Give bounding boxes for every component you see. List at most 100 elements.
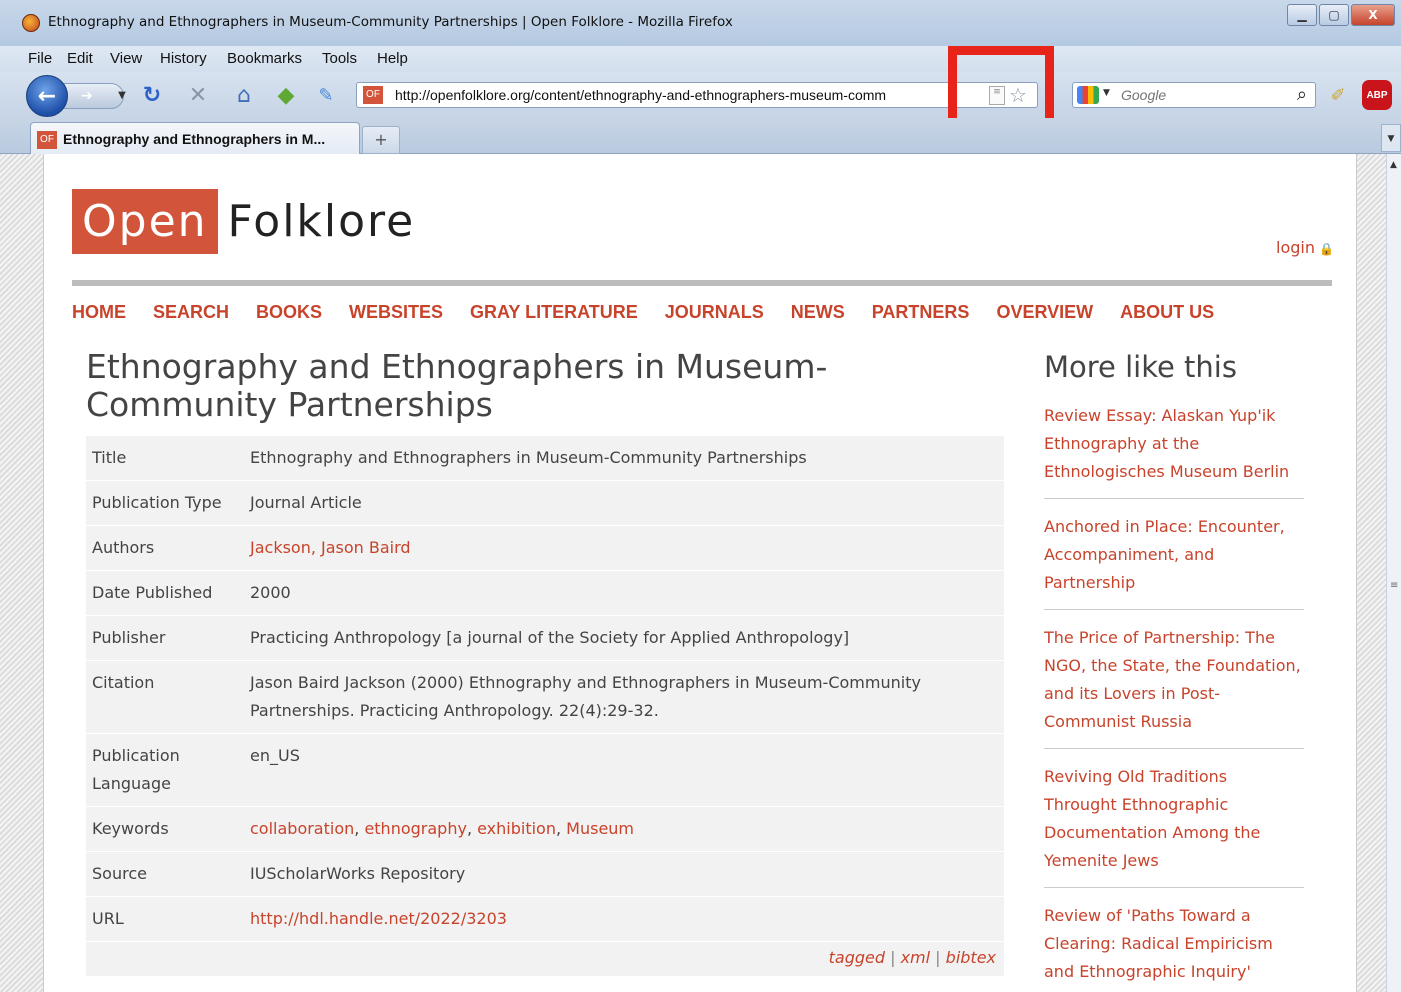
stop-icon[interactable]: ✕ bbox=[184, 82, 212, 108]
search-input[interactable] bbox=[1121, 86, 1281, 104]
separator: | bbox=[935, 948, 941, 967]
main-nav: HOME SEARCH BOOKS WEBSITES GRAY LITERATU… bbox=[72, 302, 1241, 323]
window-title: Ethnography and Ethnographers in Museum-… bbox=[48, 14, 733, 30]
scroll-grip-icon[interactable]: ≡ bbox=[1390, 580, 1398, 591]
engine-dropdown-icon[interactable]: ▼ bbox=[1103, 88, 1110, 98]
field-value: Ethnography and Ethnographers in Museum-… bbox=[250, 448, 807, 467]
page-viewport: ▲ ≡ Open Folklore login 🔒 HOME SEARCH BOO… bbox=[0, 154, 1401, 992]
menu-help[interactable]: Help bbox=[377, 50, 408, 67]
maximize-button[interactable]: ▢ bbox=[1319, 4, 1349, 26]
nav-home[interactable]: HOME bbox=[72, 302, 126, 323]
related-link[interactable]: Review of 'Paths Toward a Clearing: Radi… bbox=[1044, 902, 1304, 992]
url-bar[interactable]: OF http://openfolklore.org/content/ethno… bbox=[356, 82, 1038, 108]
field-label: URL bbox=[92, 909, 124, 928]
related-link[interactable]: Review Essay: Alaskan Yup'ik Ethnography… bbox=[1044, 402, 1304, 499]
vertical-scrollbar[interactable]: ▲ ≡ bbox=[1386, 154, 1401, 992]
field-value: Jackson, Jason Baird bbox=[250, 526, 1004, 570]
related-link[interactable]: Anchored in Place: Encounter, Accompanim… bbox=[1044, 513, 1304, 610]
nav-journals[interactable]: JOURNALS bbox=[665, 302, 764, 323]
field-label: Publication Type bbox=[92, 493, 222, 512]
paint-icon[interactable]: ✐ bbox=[1324, 82, 1352, 108]
tab-list-dropdown-icon[interactable]: ▼ bbox=[1381, 124, 1401, 152]
export-bibtex-link[interactable]: bibtex bbox=[946, 948, 996, 967]
login-label: login bbox=[1276, 238, 1315, 257]
sidebar-heading: More like this bbox=[1044, 350, 1237, 384]
nav-books[interactable]: BOOKS bbox=[256, 302, 322, 323]
url-link[interactable]: http://hdl.handle.net/2022/3203 bbox=[250, 909, 507, 928]
field-label: Date Published bbox=[92, 583, 213, 602]
back-arrow-icon: ← bbox=[37, 83, 57, 109]
table-row: Title Ethnography and Ethnographers in M… bbox=[86, 436, 1004, 481]
window-titlebar: Ethnography and Ethnographers in Museum-… bbox=[0, 0, 1401, 46]
notes-icon[interactable]: ✎ bbox=[312, 82, 340, 108]
keyword-link[interactable]: Museum bbox=[566, 819, 634, 838]
site-logo[interactable]: Open Folklore bbox=[72, 189, 415, 254]
export-links: tagged | xml | bibtex bbox=[86, 942, 1004, 976]
menu-file[interactable]: File bbox=[28, 50, 52, 67]
tab-label: Ethnography and Ethnographers in M... bbox=[63, 131, 326, 147]
field-label: Publisher bbox=[92, 628, 166, 647]
nav-gray-literature[interactable]: GRAY LITERATURE bbox=[470, 302, 638, 323]
login-link[interactable]: login 🔒 bbox=[1276, 238, 1334, 257]
menu-history[interactable]: History bbox=[160, 50, 207, 67]
field-value: Journal Article bbox=[250, 493, 362, 512]
table-row: URL http://hdl.handle.net/2022/3203 bbox=[86, 897, 1004, 942]
google-engine-icon[interactable] bbox=[1077, 86, 1099, 104]
table-row: Publication Language en_US bbox=[86, 734, 1004, 807]
field-value: en_US bbox=[250, 746, 300, 765]
nav-websites[interactable]: WEBSITES bbox=[349, 302, 443, 323]
history-dropdown-icon[interactable]: ▼ bbox=[108, 82, 136, 108]
close-button[interactable]: X bbox=[1351, 4, 1395, 26]
menu-edit[interactable]: Edit bbox=[67, 50, 93, 67]
table-row: Date Published 2000 bbox=[86, 571, 1004, 616]
keyword-link[interactable]: exhibition bbox=[477, 819, 556, 838]
menu-tools[interactable]: Tools bbox=[322, 50, 357, 67]
tab-strip: OF Ethnography and Ethnographers in M...… bbox=[0, 118, 1401, 154]
tab-favicon: OF bbox=[37, 131, 57, 149]
feedly-icon[interactable]: ◆ bbox=[272, 82, 300, 108]
field-label: Source bbox=[92, 864, 147, 883]
nav-about-us[interactable]: ABOUT US bbox=[1120, 302, 1214, 323]
logo-open: Open bbox=[72, 189, 218, 254]
back-button[interactable]: ← bbox=[26, 75, 68, 117]
menu-bookmarks[interactable]: Bookmarks bbox=[227, 50, 302, 67]
tab-active[interactable]: OF Ethnography and Ethnographers in M... bbox=[30, 122, 360, 154]
lock-icon: 🔒 bbox=[1318, 242, 1334, 256]
table-row: Keywords collaboration, ethnography, exh… bbox=[86, 807, 1004, 852]
adblock-icon[interactable]: ABP bbox=[1362, 80, 1392, 110]
table-row: Authors Jackson, Jason Baird bbox=[86, 526, 1004, 571]
related-link[interactable]: Reviving Old Traditions Throught Ethnogr… bbox=[1044, 763, 1304, 888]
nav-partners[interactable]: PARTNERS bbox=[872, 302, 970, 323]
reload-icon[interactable]: ↻ bbox=[138, 82, 166, 108]
logo-folklore: Folklore bbox=[227, 196, 416, 247]
field-label: Title bbox=[92, 448, 127, 467]
publication-details: Title Ethnography and Ethnographers in M… bbox=[86, 436, 1004, 976]
scroll-up-icon[interactable]: ▲ bbox=[1390, 160, 1397, 170]
field-label: Authors bbox=[92, 538, 155, 557]
export-tagged-link[interactable]: tagged bbox=[829, 948, 885, 967]
table-row: Publication Type Journal Article bbox=[86, 481, 1004, 526]
field-value: Practicing Anthropology [a journal of th… bbox=[250, 628, 850, 647]
home-icon[interactable]: ⌂ bbox=[230, 82, 258, 108]
header-divider bbox=[72, 280, 1332, 286]
url-text[interactable]: http://openfolklore.org/content/ethnogra… bbox=[395, 87, 985, 103]
keyword-link[interactable]: collaboration bbox=[250, 819, 354, 838]
new-tab-button[interactable]: + bbox=[362, 126, 400, 154]
field-value: Jason Baird Jackson (2000) Ethnography a… bbox=[250, 673, 921, 720]
forward-arrow-icon: ➔ bbox=[81, 88, 93, 104]
export-xml-link[interactable]: xml bbox=[901, 948, 931, 967]
menu-view[interactable]: View bbox=[110, 50, 142, 67]
related-link[interactable]: The Price of Partnership: The NGO, the S… bbox=[1044, 624, 1304, 749]
nav-overview[interactable]: OVERVIEW bbox=[996, 302, 1093, 323]
search-bar[interactable]: ▼ ⌕ bbox=[1072, 82, 1316, 108]
firefox-icon bbox=[22, 14, 40, 32]
menu-bar: File Edit View History Bookmarks Tools H… bbox=[0, 46, 1401, 72]
page-gutter-right bbox=[1356, 154, 1386, 992]
search-icon[interactable]: ⌕ bbox=[1297, 84, 1307, 105]
keyword-link[interactable]: ethnography bbox=[364, 819, 467, 838]
table-row: Source IUScholarWorks Repository bbox=[86, 852, 1004, 897]
nav-news[interactable]: NEWS bbox=[791, 302, 845, 323]
nav-search[interactable]: SEARCH bbox=[153, 302, 229, 323]
minimize-button[interactable]: ▁ bbox=[1287, 4, 1317, 26]
author-link[interactable]: Jackson, Jason Baird bbox=[250, 538, 411, 557]
